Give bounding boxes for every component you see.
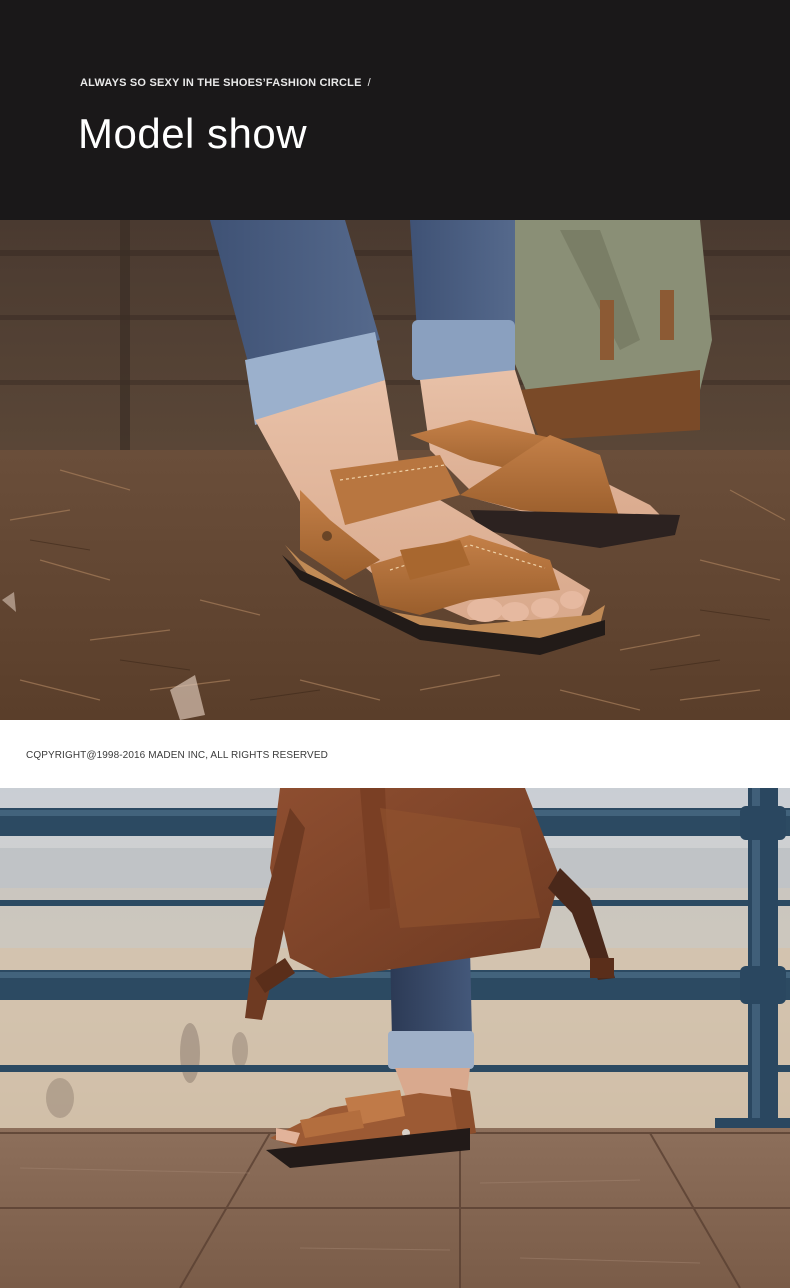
copyright-strip: CQPYRIGHT@1998-2016 MADEN INC, ALL RIGHT… — [0, 720, 790, 788]
model-photo-closeup — [0, 220, 790, 720]
sandals-closeup-illustration — [0, 220, 790, 720]
tagline-separator: / — [367, 77, 371, 89]
section-title: Model show — [78, 110, 308, 157]
header-banner: ALWAYS SO SEXY IN THE SHOES’FASHION CIRC… — [0, 0, 790, 220]
product-detail-page: ALWAYS SO SEXY IN THE SHOES’FASHION CIRC… — [0, 0, 790, 1288]
tagline-text: ALWAYS SO SEXY IN THE SHOES’FASHION CIRC… — [80, 77, 362, 89]
boardwalk-railing-illustration — [0, 788, 790, 1288]
tagline: ALWAYS SO SEXY IN THE SHOES’FASHION CIRC… — [80, 77, 371, 89]
copyright-text: CQPYRIGHT@1998-2016 MADEN INC, ALL RIGHT… — [26, 750, 328, 761]
model-photo-boardwalk — [0, 788, 790, 1288]
